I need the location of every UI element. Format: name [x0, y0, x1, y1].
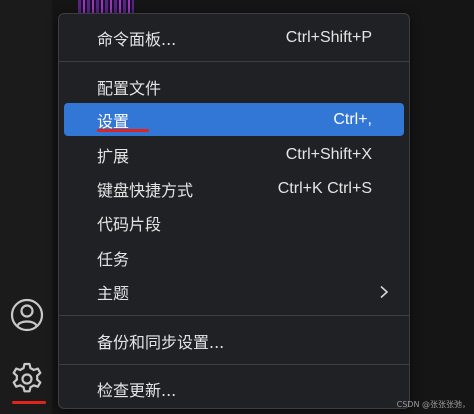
menu-item-label: 命令面板...: [97, 29, 177, 49]
chevron-right-icon: [380, 285, 389, 298]
menu-separator: [59, 364, 409, 365]
menu-item-label: 任务: [97, 249, 130, 269]
menu-item-label: 配置文件: [97, 78, 162, 98]
menu-item-label: 检查更新...: [97, 380, 177, 400]
editor-thumbnail: [78, 0, 134, 14]
watermark: CSDN @张张张弛，: [396, 400, 470, 409]
menu-item-label: 扩展: [97, 146, 130, 166]
menu-item-check-updates[interactable]: 检查更新...: [64, 372, 404, 405]
manage-context-menu: 命令面板... Ctrl+Shift+P 配置文件 设置 Ctrl+, 扩展 C…: [58, 13, 410, 409]
activity-bar: [0, 0, 52, 414]
gear-icon[interactable]: [8, 360, 46, 398]
menu-item-profiles[interactable]: 配置文件: [64, 70, 404, 103]
menu-item-settings-sync[interactable]: 备份和同步设置...: [64, 324, 404, 357]
menu-item-label: 主题: [97, 283, 130, 303]
menu-item-settings[interactable]: 设置 Ctrl+,: [64, 103, 404, 136]
menu-item-snippets[interactable]: 代码片段: [64, 206, 404, 239]
menu-item-label: 设置: [97, 111, 130, 131]
menu-item-label: 键盘快捷方式: [97, 180, 194, 200]
menu-item-shortcut: Ctrl+,: [333, 110, 372, 128]
menu-item-shortcut: Ctrl+Shift+P: [285, 28, 372, 46]
gear-annotation-underline: [12, 401, 46, 404]
menu-item-tasks[interactable]: 任务: [64, 241, 404, 274]
menu-item-label: 备份和同步设置...: [97, 332, 225, 352]
settings-annotation-underline: [97, 129, 149, 132]
menu-item-shortcut: Ctrl+K Ctrl+S: [277, 179, 372, 197]
menu-item-shortcut: Ctrl+Shift+X: [285, 145, 372, 163]
menu-item-keyboard-shortcuts[interactable]: 键盘快捷方式 Ctrl+K Ctrl+S: [64, 172, 404, 205]
menu-separator: [59, 61, 409, 62]
menu-item-themes[interactable]: 主题: [64, 275, 404, 308]
account-icon[interactable]: [8, 296, 46, 334]
menu-item-command-palette[interactable]: 命令面板... Ctrl+Shift+P: [64, 21, 404, 54]
menu-item-label: 代码片段: [97, 214, 162, 234]
menu-item-extensions[interactable]: 扩展 Ctrl+Shift+X: [64, 138, 404, 171]
menu-separator: [59, 315, 409, 316]
